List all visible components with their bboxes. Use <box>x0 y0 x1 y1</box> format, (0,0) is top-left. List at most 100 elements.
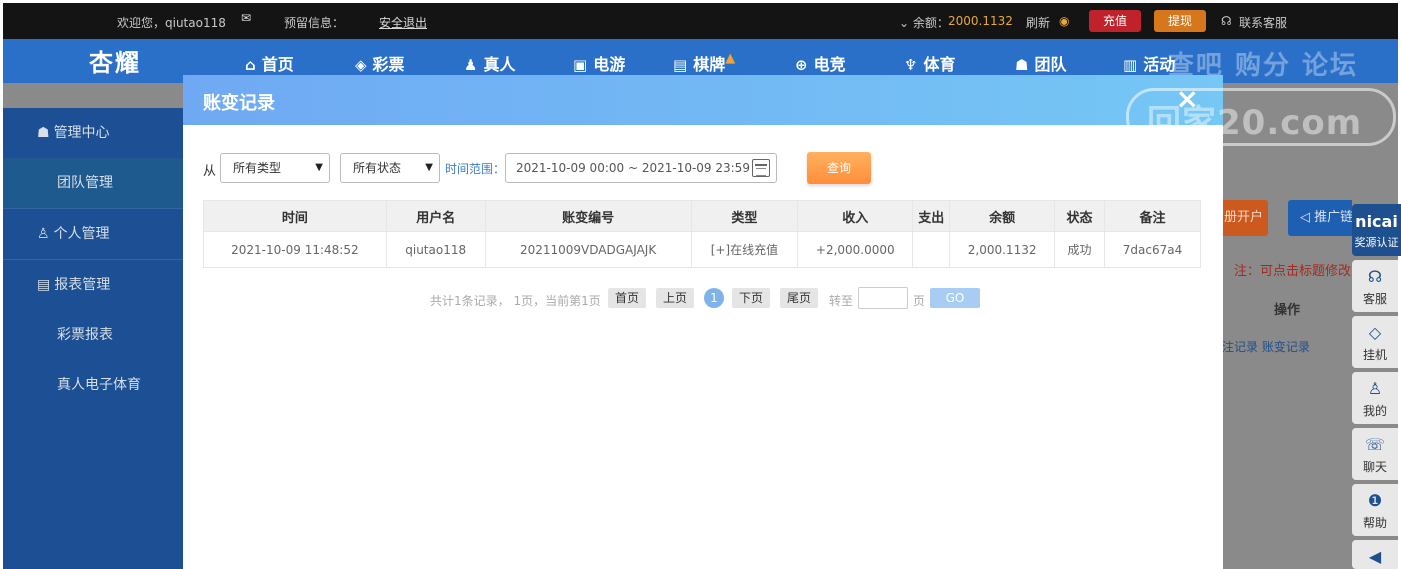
nav-live[interactable]: ♟ 真人 <box>464 51 515 75</box>
col-income: 收入 <box>797 200 914 232</box>
nicai-badge[interactable]: nicai 奖源认证 <box>1352 204 1401 256</box>
headset-icon: ☊ <box>1367 267 1383 286</box>
nav-cards[interactable]: ▤ 棋牌▲ <box>673 51 735 75</box>
withdraw-button[interactable]: 提现 <box>1154 10 1207 32</box>
cell-type: [+]在线充值 <box>690 231 799 268</box>
info-icon: ❶ <box>1367 491 1383 510</box>
share-icon: ◁ <box>1300 210 1315 225</box>
nav-lottery[interactable]: ◈ 彩票 <box>355 51 405 75</box>
hide-balance-icon[interactable]: ◉ <box>1059 14 1069 28</box>
sidebar: ☗ 管理中心 团队管理 ♙ 个人管理 ▤ 报表管理 彩票报表 真人电子体育 <box>3 108 183 569</box>
account-change-modal: 账变记录 × 从 所有类型 ▼ 所有状态 ▼ 时间范围： 2021-10-09 … <box>183 75 1223 569</box>
tool-mine[interactable]: ♙ 我的 <box>1352 372 1398 424</box>
user-icon: ♙ <box>1367 379 1383 398</box>
home-icon: ⌂ <box>245 56 256 74</box>
last-page-button[interactable]: 尾页 <box>780 288 819 308</box>
col-change-id: 账变编号 <box>484 200 692 232</box>
table-header-row: 时间 用户名 账变编号 类型 收入 支出 余额 状态 备注 <box>203 200 1201 232</box>
goto-page-input[interactable] <box>858 287 908 309</box>
pagination-info: 共计1条记录， 1页，当前第1页 <box>430 294 601 308</box>
records-table: 时间 用户名 账变编号 类型 收入 支出 余额 状态 备注 2021-10-09… <box>203 200 1201 268</box>
col-type: 类型 <box>690 200 799 232</box>
status-select[interactable]: 所有状态 ▼ <box>340 153 440 183</box>
calendar-icon[interactable] <box>752 159 770 177</box>
tool-chat[interactable]: ☏ 聊天 <box>1352 428 1398 480</box>
cell-time: 2021-10-09 11:48:52 <box>203 231 387 268</box>
cell-remark: 7dac67a4 <box>1104 231 1201 268</box>
ticket-icon: ◈ <box>355 56 367 74</box>
modal-header: 账变记录 × <box>183 75 1223 125</box>
sidebar-item-lottery-report[interactable]: 彩票报表 <box>3 310 183 360</box>
recharge-button[interactable]: 充值 <box>1089 10 1142 32</box>
cell-status: 成功 <box>1054 231 1106 268</box>
nav-slots[interactable]: ▣ 电游 <box>573 51 625 75</box>
col-status: 状态 <box>1054 200 1106 232</box>
headset-icon: ☊ <box>1221 14 1232 28</box>
type-select[interactable]: 所有类型 ▼ <box>220 153 330 183</box>
mail-icon[interactable]: ✉ <box>241 11 251 25</box>
nav-team[interactable]: ☗ 团队 <box>1015 51 1066 75</box>
sidebar-item-management[interactable]: ☗ 管理中心 <box>3 108 183 158</box>
team-icon: ☗ <box>1015 56 1029 74</box>
diamond-icon: ◇ <box>1368 323 1382 342</box>
tool-help[interactable]: ❶ 帮助 <box>1352 484 1398 536</box>
nav-home[interactable]: ⌂ 首页 <box>245 51 294 75</box>
sidebar-item-personal[interactable]: ♙ 个人管理 <box>3 209 183 259</box>
cell-change-id: 20211009VDADGAJAJK <box>484 231 692 268</box>
tool-sound[interactable]: ◀ <box>1352 540 1398 569</box>
chat-icon: ☏ <box>1364 435 1385 454</box>
sidebar-item-reports[interactable]: ▤ 报表管理 <box>3 260 183 310</box>
dropdown-arrow-icon: ▼ <box>425 162 433 173</box>
register-account-button[interactable]: 册开户 <box>1222 200 1268 236</box>
promo-link-button[interactable]: ◁ 推广链 <box>1288 200 1358 236</box>
gamepad-icon: ⊕ <box>795 56 808 74</box>
reserved-info-label: 预留信息： <box>284 16 345 30</box>
support-link[interactable]: 联系客服 <box>1239 14 1287 31</box>
col-remark: 备注 <box>1104 200 1201 232</box>
hot-icon: ▲ <box>725 51 736 66</box>
col-username: 用户名 <box>385 200 486 232</box>
nav-sports[interactable]: ♆ 体育 <box>904 51 955 75</box>
welcome-text: 欢迎您，qiutao118 <box>117 16 226 30</box>
go-button[interactable]: GO <box>930 288 980 308</box>
tool-auto[interactable]: ◇ 挂机 <box>1352 316 1398 368</box>
top-bar: 欢迎您，qiutao118 ✉ 预留信息： 安全退出 ⌄ 余额： 2000.11… <box>3 3 1398 39</box>
trophy-icon: ♆ <box>904 56 918 74</box>
dropdown-arrow-icon: ▼ <box>315 162 323 173</box>
operation-header: 操作 <box>1273 303 1300 318</box>
site-watermark: 回家20.com <box>1126 88 1396 146</box>
tool-service[interactable]: ☊ 客服 <box>1352 260 1398 312</box>
record-links[interactable]: 注记录 账变记录 <box>1222 338 1310 355</box>
gift-icon: ▥ <box>1123 56 1138 74</box>
goto-label: 转至 <box>829 294 854 308</box>
sidebar-item-team-management[interactable]: 团队管理 <box>3 158 183 208</box>
page-unit-label: 页 <box>913 294 926 308</box>
refresh-link[interactable]: 刷新 <box>1026 14 1050 31</box>
date-range-input[interactable]: 2021-10-09 00:00 ~ 2021-10-09 23:59 <box>505 153 777 183</box>
time-range-label: 时间范围： <box>445 162 506 176</box>
team-icon: ☗ <box>37 125 50 141</box>
prev-page-button[interactable]: 上页 <box>656 288 695 308</box>
balance-value: 2000.1132 <box>948 14 1013 28</box>
table-row: 2021-10-09 11:48:52 qiutao118 20211009VD… <box>203 231 1201 268</box>
speaker-icon: ◀ <box>1368 547 1382 566</box>
cell-balance: 2,000.1132 <box>949 231 1056 268</box>
slot-icon: ▣ <box>573 56 588 74</box>
col-balance: 余额 <box>949 200 1056 232</box>
query-button[interactable]: 查询 <box>807 152 871 184</box>
logo[interactable]: 杏耀 <box>89 43 141 78</box>
dealer-icon: ♟ <box>464 56 478 74</box>
user-icon: ♙ <box>37 226 50 242</box>
cell-username: qiutao118 <box>385 231 486 268</box>
first-page-button[interactable]: 首页 <box>608 288 647 308</box>
col-expense: 支出 <box>912 200 951 232</box>
cell-expense <box>912 231 951 268</box>
logout-link[interactable]: 安全退出 <box>379 14 427 31</box>
sidebar-item-live-report[interactable]: 真人电子体育 <box>3 360 183 410</box>
col-time: 时间 <box>203 200 387 232</box>
current-page[interactable]: 1 <box>704 288 724 308</box>
next-page-button[interactable]: 下页 <box>732 288 771 308</box>
report-icon: ▤ <box>37 277 51 293</box>
nav-esports[interactable]: ⊕ 电竞 <box>795 51 846 75</box>
cell-income: +2,000.0000 <box>797 231 914 268</box>
